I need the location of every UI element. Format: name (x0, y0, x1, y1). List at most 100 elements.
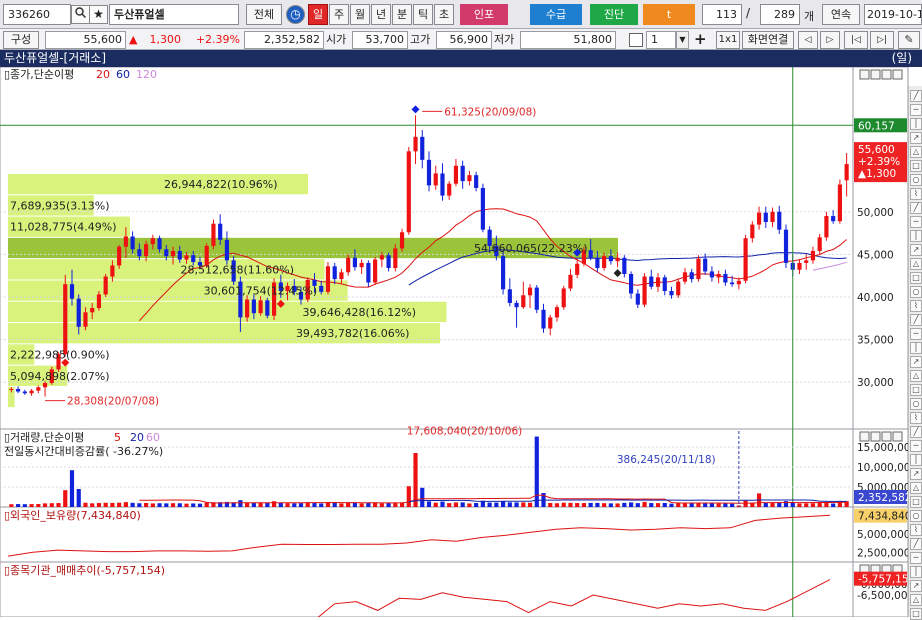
candle-body (265, 300, 270, 316)
drawing-tool-icon[interactable]: ↗ (910, 580, 922, 592)
drawing-tool-icon[interactable]: △ (910, 482, 922, 494)
volume-bar (460, 502, 465, 507)
volume-bar (399, 502, 405, 507)
favorite-star-icon[interactable]: ★ (89, 5, 108, 24)
search-icon[interactable] (71, 5, 90, 24)
drawing-tool-icon[interactable]: ↗ (910, 468, 922, 480)
info-button[interactable]: 인포 (460, 4, 508, 25)
pen-icon[interactable]: ✎ (898, 31, 920, 49)
drawing-tool-icon[interactable]: △ (910, 594, 922, 606)
volume-bar (42, 503, 48, 507)
tab-period-3[interactable]: 년 (371, 4, 391, 25)
drawing-tool-icon[interactable]: ─ (910, 552, 922, 564)
play-prev-icon[interactable]: |◁ (844, 31, 868, 49)
all-button[interactable]: 전체 (246, 4, 282, 25)
volume-panel-title: ▯거래량,단순이평 (4, 431, 84, 444)
drawing-tool-icon[interactable]: □ (910, 272, 922, 284)
volume-bar (676, 503, 681, 507)
continuous-button[interactable]: 연속 (822, 4, 860, 25)
drawing-tool-icon[interactable]: ⌇ (910, 188, 922, 200)
stock-chart[interactable]: 5,094,898(2.07%) 2,222,985(0.90%) 39,493,7… (0, 67, 922, 617)
drawing-tool-icon[interactable]: △ (910, 370, 922, 382)
drawing-tool-icon[interactable]: □ (910, 160, 922, 172)
tab-period-5[interactable]: 틱 (413, 4, 433, 25)
drawing-tool-icon[interactable]: ○ (910, 510, 922, 522)
step-next-icon[interactable]: ▷ (820, 31, 840, 49)
tab-period-1[interactable]: 주 (329, 4, 349, 25)
clock-icon[interactable]: ◷ (286, 5, 305, 24)
panel-control-icon (892, 431, 903, 442)
candle-body (96, 294, 102, 309)
drawing-tool-icon[interactable]: ○ (910, 398, 922, 410)
volume-bar (413, 453, 418, 507)
drawing-tool-icon[interactable]: △ (910, 146, 922, 158)
candle-body (211, 223, 216, 246)
stock-code-input[interactable]: 336260 (3, 4, 71, 25)
supply-button[interactable]: 수급 (530, 4, 582, 25)
tab-period-6[interactable]: 초 (434, 4, 454, 25)
drawing-tool-icon[interactable]: ↗ (910, 132, 922, 144)
drawing-tool-icon[interactable]: □ (910, 608, 922, 620)
drawing-tool-icon[interactable]: ↗ (910, 356, 922, 368)
drawing-tool-icon[interactable]: ─ (910, 440, 922, 452)
diagnosis-button[interactable]: 진단 (590, 4, 638, 25)
volume-bar (831, 503, 836, 507)
volume-profile-label: 28,512,658(11.60%) (181, 263, 295, 276)
candle-body (770, 211, 775, 223)
candle-body (453, 165, 459, 184)
option-checkbox[interactable] (629, 33, 643, 47)
stock-name-field[interactable]: 두산퓨얼셀 (109, 4, 239, 25)
volume-bar (56, 503, 61, 507)
screen-link-button[interactable]: 화면연결 (742, 31, 794, 49)
spin-input[interactable]: 1 (646, 31, 676, 49)
drawing-tool-icon[interactable]: ⌇ (910, 412, 922, 424)
drawing-tool-icon[interactable]: □ (910, 384, 922, 396)
volume-bar (22, 504, 27, 507)
current-volume-label: 2,352,582 (858, 492, 911, 504)
drawing-tool-icon[interactable]: │ (910, 454, 922, 466)
crosshair-icon[interactable]: + (694, 30, 707, 48)
drawing-tool-icon[interactable]: ╱ (910, 538, 922, 550)
candle-body (635, 293, 640, 305)
play-next-icon[interactable]: ▷| (870, 31, 894, 49)
drawing-tool-icon[interactable]: ─ (910, 216, 922, 228)
drawing-tool-icon[interactable]: ─ (910, 104, 922, 116)
drawing-tool-icon[interactable]: ⌇ (910, 524, 922, 536)
drawing-tool-icon[interactable]: │ (910, 566, 922, 578)
drawing-tool-icon[interactable]: ○ (910, 286, 922, 298)
tab-period-2[interactable]: 월 (350, 4, 370, 25)
drawing-tool-icon[interactable]: ╱ (910, 314, 922, 326)
ratio-button[interactable]: 1x1 (716, 31, 740, 49)
drawing-tool-icon[interactable]: △ (910, 258, 922, 270)
total-count-field[interactable]: 289 (760, 4, 800, 25)
candle-body (810, 250, 816, 261)
drawing-tool-icon[interactable]: ╱ (910, 202, 922, 214)
volume-profile-label: 26,944,822(10.96%) (164, 178, 278, 191)
layout-button[interactable]: 구성 (3, 31, 39, 49)
drawing-tool-icon[interactable]: │ (910, 118, 922, 130)
volume-bar (191, 503, 196, 507)
high-label: 고가 (410, 33, 431, 46)
change-percent: +2.39% (195, 33, 240, 46)
drawing-tool-icon[interactable]: │ (910, 342, 922, 354)
drawing-tool-icon[interactable]: ○ (910, 174, 922, 186)
drawing-tool-icon[interactable]: ╱ (910, 90, 922, 102)
dropdown-arrow-icon[interactable]: ▼ (676, 31, 689, 49)
candle-body (143, 244, 149, 257)
tab-period-4[interactable]: 분 (392, 4, 412, 25)
tab-period-0[interactable]: 일 (308, 4, 328, 25)
candle-body (36, 387, 41, 391)
drawing-tool-icon[interactable]: ↗ (910, 244, 922, 256)
ma-legend-label: 60 (146, 431, 160, 444)
candle-body (399, 232, 405, 249)
drawing-tool-icon[interactable]: ⌇ (910, 300, 922, 312)
t-button[interactable]: t (643, 4, 695, 25)
count-input[interactable]: 113 (702, 4, 742, 25)
drawing-tool-icon[interactable]: │ (910, 230, 922, 242)
volume-bar (568, 502, 573, 507)
date-field[interactable]: 2019-10-1 (864, 4, 922, 25)
drawing-tool-icon[interactable]: □ (910, 496, 922, 508)
step-prev-icon[interactable]: ◁ (798, 31, 818, 49)
drawing-tool-icon[interactable]: ╱ (910, 426, 922, 438)
drawing-tool-icon[interactable]: ─ (910, 328, 922, 340)
